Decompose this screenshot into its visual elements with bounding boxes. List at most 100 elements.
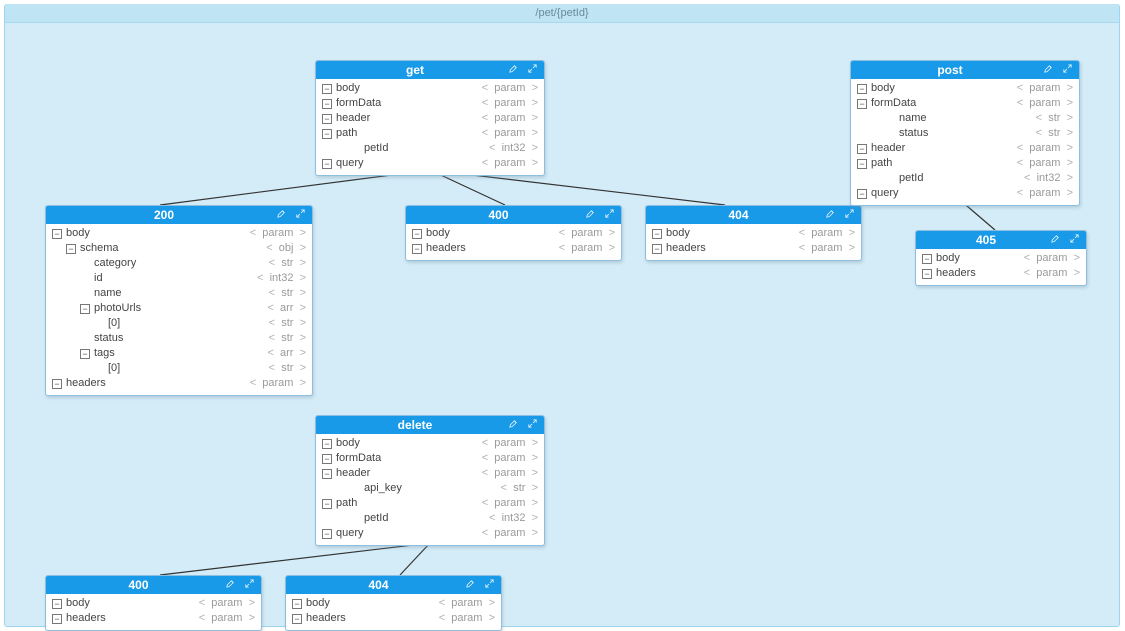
collapse-icon[interactable]: − — [322, 114, 332, 124]
node-post[interactable]: post −body< param >−formData< param >name… — [850, 60, 1080, 206]
property-row[interactable]: −query< param > — [322, 156, 538, 171]
property-row[interactable]: −body< param > — [52, 226, 306, 241]
property-row[interactable]: −headers< param > — [52, 376, 306, 391]
property-row[interactable]: −query< param > — [857, 186, 1073, 201]
eyedropper-icon[interactable] — [508, 416, 519, 434]
property-row[interactable]: −body< param > — [322, 436, 538, 451]
property-row[interactable]: [0]< str > — [52, 361, 306, 376]
collapse-icon[interactable]: − — [652, 244, 662, 254]
collapse-icon[interactable]: − — [322, 129, 332, 139]
property-row[interactable]: −header< param > — [322, 466, 538, 481]
node-delete-400[interactable]: 400 −body< param >−headers< param > — [45, 575, 262, 631]
eyedropper-icon[interactable] — [508, 61, 519, 79]
expand-icon[interactable] — [1062, 61, 1073, 79]
collapse-icon[interactable]: − — [52, 614, 62, 624]
eyedropper-icon[interactable] — [1043, 61, 1054, 79]
property-row[interactable]: −tags< arr > — [52, 346, 306, 361]
node-delete-404[interactable]: 404 −body< param >−headers< param > — [285, 575, 502, 631]
expand-icon[interactable] — [295, 206, 306, 224]
collapse-icon[interactable]: − — [322, 159, 332, 169]
property-row[interactable]: −headers< param > — [652, 241, 855, 256]
collapse-icon[interactable]: − — [922, 269, 932, 279]
property-row[interactable]: status< str > — [52, 331, 306, 346]
property-row[interactable]: −headers< param > — [922, 266, 1080, 281]
collapse-icon[interactable]: − — [322, 469, 332, 479]
property-row[interactable]: −body< param > — [857, 81, 1073, 96]
node-header[interactable]: get — [316, 61, 544, 79]
node-header[interactable]: 404 — [646, 206, 861, 224]
collapse-icon[interactable]: − — [857, 84, 867, 94]
property-row[interactable]: −formData< param > — [322, 96, 538, 111]
property-row[interactable]: −schema< obj > — [52, 241, 306, 256]
node-200[interactable]: 200−body< param >−schema< obj >category<… — [45, 205, 313, 396]
collapse-icon[interactable]: − — [857, 144, 867, 154]
property-row[interactable]: [0]< str > — [52, 316, 306, 331]
node-header[interactable]: 405 — [916, 231, 1086, 249]
property-row[interactable]: −body< param > — [922, 251, 1080, 266]
expand-icon[interactable] — [844, 206, 855, 224]
property-row[interactable]: −header< param > — [857, 141, 1073, 156]
expand-icon[interactable] — [1069, 231, 1080, 249]
node-header[interactable]: 400 — [406, 206, 621, 224]
property-row[interactable]: petId< int32 > — [322, 141, 538, 156]
node-header[interactable]: post — [851, 61, 1079, 79]
eyedropper-icon[interactable] — [1050, 231, 1061, 249]
property-row[interactable]: −body< param > — [652, 226, 855, 241]
node-header[interactable]: delete — [316, 416, 544, 434]
eyedropper-icon[interactable] — [225, 576, 236, 594]
property-row[interactable]: −body< param > — [412, 226, 615, 241]
collapse-icon[interactable]: − — [292, 614, 302, 624]
eyedropper-icon[interactable] — [825, 206, 836, 224]
property-row[interactable]: −formData< param > — [857, 96, 1073, 111]
node-header[interactable]: 404 — [286, 576, 501, 594]
collapse-icon[interactable]: − — [322, 454, 332, 464]
collapse-icon[interactable]: − — [80, 349, 90, 359]
collapse-icon[interactable]: − — [857, 189, 867, 199]
eyedropper-icon[interactable] — [465, 576, 476, 594]
node-header[interactable]: 400 — [46, 576, 261, 594]
property-row[interactable]: −query< param > — [322, 526, 538, 541]
collapse-icon[interactable]: − — [322, 439, 332, 449]
collapse-icon[interactable]: − — [66, 244, 76, 254]
property-row[interactable]: −path< param > — [857, 156, 1073, 171]
expand-icon[interactable] — [484, 576, 495, 594]
collapse-icon[interactable]: − — [322, 499, 332, 509]
expand-icon[interactable] — [604, 206, 615, 224]
collapse-icon[interactable]: − — [922, 254, 932, 264]
node-get[interactable]: get−body< param >−formData< param >−head… — [315, 60, 545, 176]
property-row[interactable]: −body< param > — [292, 596, 495, 611]
collapse-icon[interactable]: − — [857, 159, 867, 169]
collapse-icon[interactable]: − — [52, 229, 62, 239]
collapse-icon[interactable]: − — [52, 599, 62, 609]
collapse-icon[interactable]: − — [322, 529, 332, 539]
collapse-icon[interactable]: − — [52, 379, 62, 389]
property-row[interactable]: −path< param > — [322, 126, 538, 141]
property-row[interactable]: −headers< param > — [412, 241, 615, 256]
node-delete[interactable]: delete −body< param >−formData< param >−h… — [315, 415, 545, 546]
collapse-icon[interactable]: − — [80, 304, 90, 314]
property-row[interactable]: name< str > — [857, 111, 1073, 126]
property-row[interactable]: −headers< param > — [52, 611, 255, 626]
collapse-icon[interactable]: − — [292, 599, 302, 609]
property-row[interactable]: −formData< param > — [322, 451, 538, 466]
node-405[interactable]: 405 −body< param >−headers< param > — [915, 230, 1087, 286]
eyedropper-icon[interactable] — [585, 206, 596, 224]
expand-icon[interactable] — [527, 61, 538, 79]
expand-icon[interactable] — [244, 576, 255, 594]
node-404[interactable]: 404 −body< param >−headers< param > — [645, 205, 862, 261]
collapse-icon[interactable]: − — [857, 99, 867, 109]
property-row[interactable]: −photoUrls< arr > — [52, 301, 306, 316]
collapse-icon[interactable]: − — [322, 99, 332, 109]
property-row[interactable]: −path< param > — [322, 496, 538, 511]
property-row[interactable]: category< str > — [52, 256, 306, 271]
property-row[interactable]: −headers< param > — [292, 611, 495, 626]
property-row[interactable]: api_key< str > — [322, 481, 538, 496]
property-row[interactable]: id< int32 > — [52, 271, 306, 286]
property-row[interactable]: petId< int32 > — [322, 511, 538, 526]
expand-icon[interactable] — [527, 416, 538, 434]
property-row[interactable]: −body< param > — [52, 596, 255, 611]
collapse-icon[interactable]: − — [412, 229, 422, 239]
collapse-icon[interactable]: − — [412, 244, 422, 254]
property-row[interactable]: −body< param > — [322, 81, 538, 96]
property-row[interactable]: name< str > — [52, 286, 306, 301]
